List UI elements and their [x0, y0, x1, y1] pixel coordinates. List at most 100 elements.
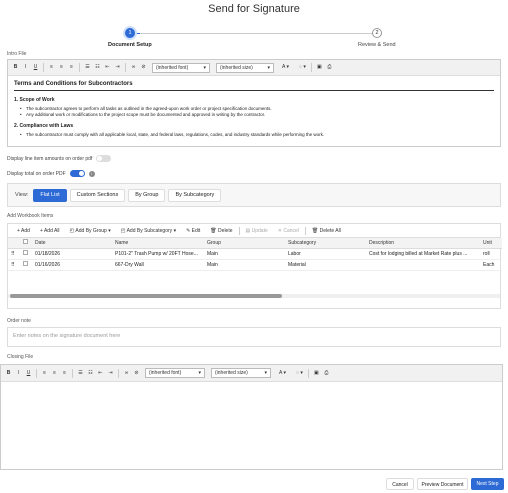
- chevron-down-icon: ▾: [108, 227, 111, 234]
- horizontal-scrollbar[interactable]: [8, 294, 500, 298]
- text-color-icon[interactable]: A ▾: [277, 369, 288, 378]
- step-2-label: Review & Send: [358, 42, 396, 48]
- column-header-unit[interactable]: Unit: [480, 238, 502, 249]
- print-icon[interactable]: ⎙: [325, 63, 334, 72]
- cancel-button[interactable]: Cancel: [386, 478, 414, 490]
- link-icon[interactable]: ∞: [122, 369, 131, 378]
- delete-button[interactable]: 🗑 Delete: [206, 226, 236, 236]
- cell-name: P101-2" Trash Pump w/ 20FT Hose...: [112, 248, 204, 260]
- column-header-group[interactable]: Group: [204, 238, 285, 249]
- edit-button[interactable]: ✎ Edit: [182, 226, 204, 236]
- footer-bar: Cancel Preview Document Next Step: [0, 475, 508, 493]
- chevron-down-icon: ▾: [264, 370, 267, 376]
- size-select[interactable]: (inherited size) ▾: [216, 62, 274, 73]
- view-label: View:: [15, 192, 29, 198]
- link-icon[interactable]: ∞: [129, 63, 138, 72]
- chevron-down-icon: ▾: [173, 227, 177, 234]
- highlight-icon[interactable]: ◌ ▾: [294, 369, 305, 378]
- intro-editor-toolbar: B I U ≡ ≡ ≡ ☰ ☷ ⇤ ⇥ ∞ ⊘ (inherited font)…: [8, 60, 500, 76]
- column-header-name[interactable]: Name: [112, 238, 204, 249]
- add-by-group-button[interactable]: ◰ Add By Group ▾: [66, 226, 115, 236]
- row-checkbox[interactable]: [20, 259, 32, 271]
- pdf-icon[interactable]: ▣: [315, 63, 324, 72]
- align-left-icon[interactable]: ≡: [47, 63, 56, 72]
- intro-file-label: Intro File: [7, 51, 27, 57]
- table-row[interactable]: ⠿ 01/16/2026 667-Dry Wall Main Material …: [8, 259, 502, 271]
- subcategory-icon: ◰: [120, 227, 126, 234]
- view-flat-list-button[interactable]: Flat List: [33, 188, 67, 202]
- cell-subcategory: Material: [285, 259, 366, 271]
- workbook-toolbar: + Add + Add All ◰ Add By Group ▾ ◰ Add B…: [8, 224, 500, 238]
- outdent-icon[interactable]: ⇤: [96, 369, 105, 378]
- column-header-subcategory[interactable]: Subcategory: [285, 238, 366, 249]
- bullet-list-icon[interactable]: ☰: [83, 63, 92, 72]
- size-select-value: (inherited size): [215, 370, 248, 376]
- add-all-button[interactable]: + Add All: [36, 226, 64, 236]
- bullet-list-icon[interactable]: ☰: [76, 369, 85, 378]
- step-1-indicator[interactable]: 1: [125, 28, 135, 38]
- add-by-subcategory-button[interactable]: ◰ Add By Subcategory ▾: [117, 226, 180, 236]
- unlink-icon[interactable]: ⊘: [139, 63, 148, 72]
- underline-button[interactable]: U: [31, 63, 40, 72]
- add-button[interactable]: + Add: [13, 226, 34, 236]
- italic-button[interactable]: I: [14, 369, 23, 378]
- indent-icon[interactable]: ⇥: [113, 63, 122, 72]
- cell-group: Main: [204, 248, 285, 260]
- font-select-value: (inherited font): [149, 370, 182, 376]
- select-all-checkbox[interactable]: [20, 238, 32, 249]
- unlink-icon[interactable]: ⊘: [132, 369, 141, 378]
- indent-icon[interactable]: ⇥: [106, 369, 115, 378]
- pdf-icon[interactable]: ▣: [312, 369, 321, 378]
- delete-all-button[interactable]: 🗑 Delete All: [308, 226, 345, 236]
- size-select[interactable]: (inherited size) ▾: [211, 368, 271, 378]
- drag-handle-icon[interactable]: ⠿: [8, 248, 20, 260]
- bold-button[interactable]: B: [4, 369, 13, 378]
- font-select[interactable]: (inherited font) ▾: [152, 62, 210, 73]
- view-by-group-button[interactable]: By Group: [128, 188, 166, 202]
- delete-label: Delete: [218, 227, 233, 234]
- highlight-icon[interactable]: ◌ ▾: [297, 63, 308, 72]
- cell-description: Cost for lodging billed at Market Rate p…: [366, 248, 480, 260]
- align-left-icon[interactable]: ≡: [40, 369, 49, 378]
- total-on-order-row: Display total on order PDF i: [7, 170, 95, 177]
- intro-document[interactable]: Terms and Conditions for Subcontractors …: [8, 76, 500, 143]
- numbered-list-icon[interactable]: ☷: [93, 63, 102, 72]
- order-note-input[interactable]: Enter notes on the signature document he…: [7, 327, 501, 347]
- closing-document[interactable]: [1, 382, 502, 470]
- view-by-subcategory-button[interactable]: By Subcategory: [168, 188, 222, 202]
- section-title: 2. Compliance with Laws: [14, 123, 74, 129]
- chevron-down-icon: ▾: [267, 64, 270, 71]
- drag-handle-icon[interactable]: ⠿: [8, 259, 20, 271]
- cell-name: 667-Dry Wall: [112, 259, 204, 271]
- align-right-icon[interactable]: ≡: [67, 63, 76, 72]
- align-right-icon[interactable]: ≡: [60, 369, 69, 378]
- outdent-icon[interactable]: ⇤: [103, 63, 112, 72]
- bold-button[interactable]: B: [11, 63, 20, 72]
- cell-unit: roll: [480, 248, 502, 260]
- cancel-edit-button[interactable]: ✕ Cancel: [274, 226, 303, 236]
- step-2-indicator[interactable]: 2: [372, 28, 382, 38]
- view-custom-sections-button[interactable]: Custom Sections: [69, 188, 126, 202]
- row-checkbox[interactable]: [20, 248, 32, 260]
- total-on-order-toggle[interactable]: [69, 170, 85, 177]
- text-color-icon[interactable]: A ▾: [280, 63, 291, 72]
- preview-document-button[interactable]: Preview Document: [417, 478, 468, 490]
- next-step-button[interactable]: Next Step: [471, 478, 504, 490]
- print-icon[interactable]: ⎙: [322, 369, 331, 378]
- align-center-icon[interactable]: ≡: [50, 369, 59, 378]
- align-center-icon[interactable]: ≡: [57, 63, 66, 72]
- scrollbar-thumb[interactable]: [10, 294, 282, 298]
- underline-button[interactable]: U: [24, 369, 33, 378]
- numbered-list-icon[interactable]: ☷: [86, 369, 95, 378]
- edit-label: Edit: [191, 227, 201, 234]
- update-button[interactable]: ▤ Update: [242, 226, 272, 236]
- closing-file-editor: B I U ≡ ≡ ≡ ☰ ☷ ⇤ ⇥ ∞ ⊘ (inherited font)…: [0, 364, 503, 470]
- table-row[interactable]: ⠿ 01/18/2026 P101-2" Trash Pump w/ 20FT …: [8, 248, 502, 260]
- line-item-amounts-toggle[interactable]: [96, 155, 112, 162]
- column-header-description[interactable]: Description: [366, 238, 480, 249]
- info-icon[interactable]: i: [88, 170, 95, 177]
- font-select[interactable]: (inherited font) ▾: [145, 368, 205, 378]
- column-header-date[interactable]: Date: [32, 238, 112, 249]
- trash-icon: 🗑: [210, 227, 217, 234]
- italic-button[interactable]: I: [21, 63, 30, 72]
